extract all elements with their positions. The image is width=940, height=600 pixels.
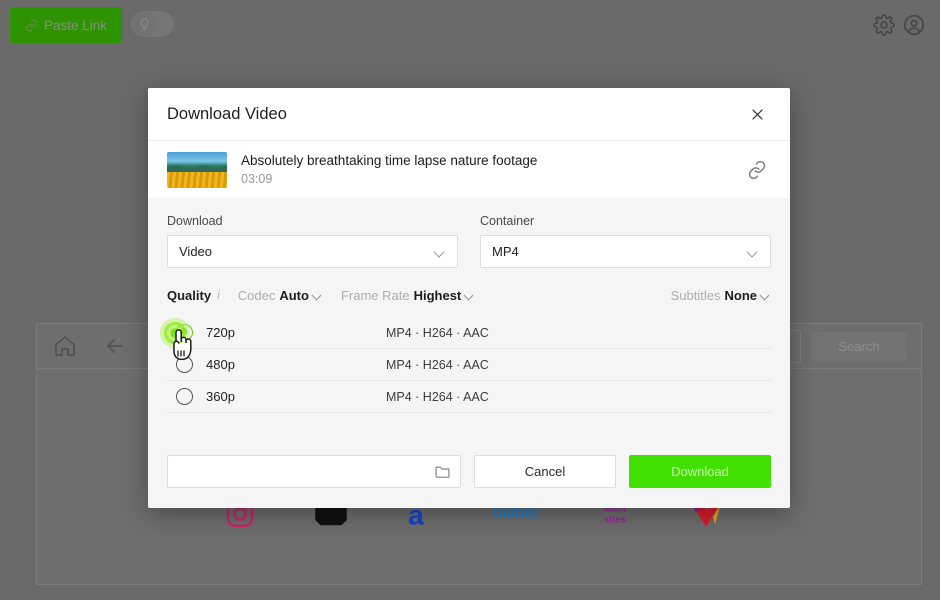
codec-label: Codec	[237, 287, 276, 303]
dialog-footer: Cancel Download	[148, 434, 790, 508]
dialog-header: Download Video	[148, 88, 790, 140]
quality-label: Quality	[167, 287, 212, 303]
dialog-body: Download Video Container MP4 Quality i C…	[148, 198, 790, 413]
quality-option-codec: MP4 · H264 · AAC	[386, 325, 489, 340]
video-meta: Absolutely breathtaking time lapse natur…	[241, 153, 732, 186]
quality-option-codec: MP4 · H264 · AAC	[386, 389, 489, 404]
home-icon[interactable]	[53, 334, 77, 358]
frame-rate-value: Highest	[413, 287, 462, 303]
quality-radio[interactable]	[176, 388, 193, 405]
download-select-value: Video	[179, 244, 213, 259]
paste-link-button[interactable]: Paste Link	[10, 7, 122, 43]
download-select[interactable]: Video	[167, 235, 458, 268]
download-video-dialog: Download Video Absolutely breathtaking t…	[148, 88, 790, 508]
frame-rate-label: Frame Rate	[340, 287, 410, 303]
quality-option-label: 720p	[206, 325, 235, 340]
download-field: Download Video	[167, 214, 458, 268]
container-field-label: Container	[480, 214, 535, 228]
account-circle-icon[interactable]	[903, 14, 925, 36]
chevron-down-icon	[761, 292, 771, 298]
codec-selector[interactable]: Codec Auto	[238, 288, 323, 303]
lightbulb-toggle[interactable]	[131, 11, 174, 37]
app-toolbar: Paste Link	[0, 0, 940, 50]
chain-link-icon	[25, 19, 38, 32]
dialog-title: Download Video	[167, 104, 287, 123]
quality-radio[interactable]	[176, 324, 193, 341]
search-button[interactable]: Search	[811, 332, 907, 361]
svg-text:sites: sites	[604, 515, 626, 526]
chain-link-icon[interactable]	[746, 159, 768, 181]
subtitles-selector[interactable]: Subtitles None	[671, 288, 771, 303]
quality-radio[interactable]	[176, 356, 193, 373]
video-title: Absolutely breathtaking time lapse natur…	[241, 153, 538, 168]
lightbulb-icon	[132, 12, 156, 36]
video-thumbnail	[167, 151, 227, 188]
codec-value: Auto	[279, 287, 309, 303]
chevron-down-icon	[313, 292, 323, 298]
video-duration: 03:09	[241, 172, 273, 186]
quality-tab[interactable]: Quality i	[167, 288, 220, 303]
quality-option-row[interactable]: 480p MP4 · H264 · AAC	[167, 349, 771, 381]
container-field: Container MP4	[480, 214, 771, 268]
paste-link-label: Paste Link	[43, 17, 108, 33]
field-row: Download Video Container MP4	[167, 214, 771, 268]
info-icon[interactable]: i	[217, 288, 220, 302]
download-button[interactable]: Download	[629, 454, 771, 488]
subtitles-label: Subtitles	[670, 287, 721, 303]
gear-icon[interactable]	[873, 14, 895, 36]
chevron-down-icon	[435, 248, 446, 255]
frame-rate-selector[interactable]: Frame Rate Highest	[341, 288, 475, 303]
close-icon[interactable]	[746, 103, 768, 125]
quality-option-label: 360p	[206, 389, 235, 404]
save-path-input[interactable]	[167, 454, 461, 488]
arrow-left-icon[interactable]	[103, 334, 127, 358]
container-select-value: MP4	[492, 244, 519, 259]
video-info-row: Absolutely breathtaking time lapse natur…	[148, 140, 790, 198]
chevron-down-icon	[465, 292, 475, 298]
quality-option-codec: MP4 · H264 · AAC	[386, 357, 489, 372]
cancel-button[interactable]: Cancel	[474, 454, 616, 488]
download-field-label: Download	[167, 214, 223, 228]
folder-icon[interactable]	[434, 463, 451, 480]
subtitles-value: None	[724, 287, 758, 303]
quality-option-list: 720p MP4 · H264 · AAC 480p MP4 · H264 · AAC…	[167, 317, 771, 413]
chevron-down-icon	[748, 248, 759, 255]
container-select[interactable]: MP4	[480, 235, 771, 268]
option-row: Quality i Codec Auto Frame Rate Highest …	[167, 285, 771, 305]
quality-option-label: 480p	[206, 357, 235, 372]
quality-option-row[interactable]: 720p MP4 · H264 · AAC	[167, 317, 771, 349]
quality-option-row[interactable]: 360p MP4 · H264 · AAC	[167, 381, 771, 413]
